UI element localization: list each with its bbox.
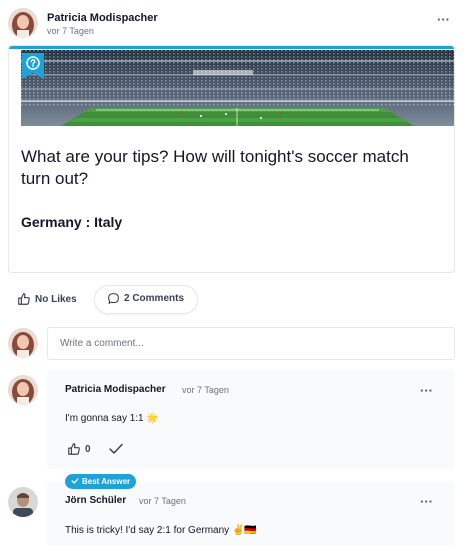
post-menu-icon[interactable]: ··· — [437, 13, 450, 26]
best-answer-badge: Best Answer — [65, 474, 137, 489]
post-question-text: What are your tips? How will tonight's s… — [21, 147, 409, 188]
comment-menu-icon[interactable]: ··· — [420, 495, 433, 508]
post-card: What are your tips? How will tonight's s… — [8, 45, 455, 273]
post-match-text: Germany : Italy — [21, 214, 123, 230]
comment-author-name[interactable]: Jörn Schüler — [65, 495, 126, 506]
like-count-label: No Likes — [35, 293, 77, 305]
stadium-banner-image — [21, 50, 454, 126]
comment-like-count: 0 — [85, 443, 91, 455]
thumbs-up-icon — [17, 292, 31, 306]
comment-menu-icon[interactable]: ··· — [420, 384, 433, 397]
best-answer-label: Best Answer — [82, 477, 131, 486]
check-icon — [71, 477, 79, 487]
comment-like-button[interactable]: 0 — [67, 442, 91, 456]
comment-author-avatar[interactable] — [8, 375, 38, 405]
post-author-avatar[interactable] — [8, 8, 38, 38]
comment-bubble-icon — [107, 292, 120, 305]
comment-timestamp: vor 7 Tagen — [139, 496, 186, 506]
comment-author-avatar[interactable] — [8, 487, 38, 517]
post-timestamp: vor 7 Tagen — [47, 26, 94, 36]
current-user-avatar — [8, 328, 38, 358]
comments-count-label: 2 Comments — [124, 293, 185, 304]
thumbs-up-icon — [67, 442, 81, 456]
comment-text: I'm gonna say 1:1 🌟 — [65, 413, 159, 424]
card-accent-line — [9, 46, 454, 49]
comment-input[interactable] — [47, 327, 455, 360]
mark-best-answer-check-icon[interactable] — [108, 442, 124, 461]
comment-timestamp: vor 7 Tagen — [182, 385, 229, 395]
question-circle-icon — [22, 53, 44, 79]
like-button[interactable]: No Likes — [17, 292, 77, 306]
comments-button-content[interactable]: 2 Comments — [107, 292, 184, 305]
comment-text: This is tricky! I'd say 2:1 for Germany … — [65, 525, 257, 536]
post-author-name[interactable]: Patricia Modispacher — [47, 12, 158, 24]
comment-author-name[interactable]: Patricia Modispacher — [65, 384, 166, 395]
